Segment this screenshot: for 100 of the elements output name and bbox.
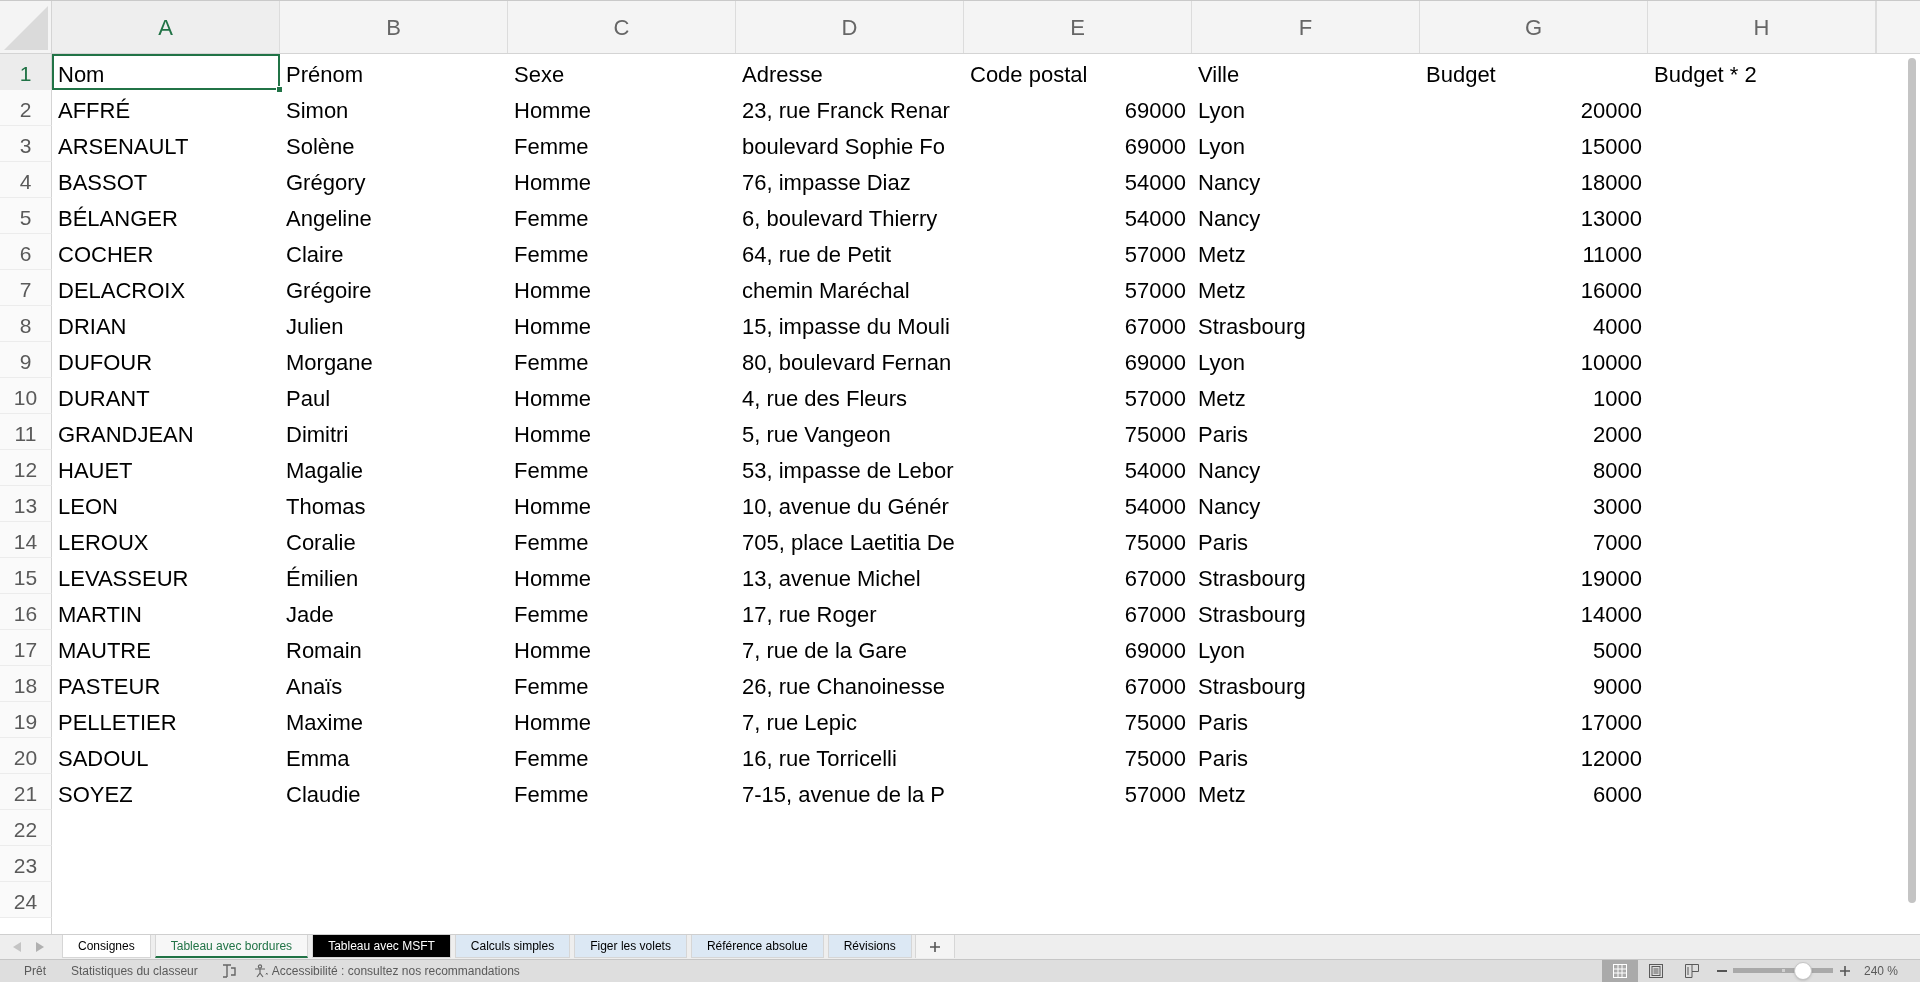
table-cell-text: 17, rue Roger [741, 600, 878, 629]
row-header[interactable]: 6 [0, 234, 52, 270]
plus-icon[interactable] [1839, 966, 1850, 976]
row-header[interactable]: 16 [0, 594, 52, 630]
table-cell-text: Maxime [285, 708, 364, 737]
row-header[interactable]: 20 [0, 738, 52, 774]
view-button[interactable] [1601, 960, 1638, 982]
row-header[interactable]: 21 [0, 774, 52, 810]
row-header[interactable]: 23 [0, 846, 52, 882]
status-text: Prêt [24, 963, 46, 980]
table-cell-text: PELLETIER [57, 708, 178, 737]
table-cell-text: Femme [513, 600, 590, 629]
table-cell-text: Solène [285, 132, 356, 161]
table-cell-text: DURANT [57, 384, 151, 413]
table-cell-text: 13000 [1579, 204, 1643, 233]
row-header[interactable]: 1 [0, 54, 52, 90]
row-header[interactable]: 13 [0, 486, 52, 522]
page-columns-icon [1684, 964, 1699, 978]
minus-icon[interactable] [1716, 970, 1727, 972]
sheet-tab[interactable]: Révisions [827, 935, 912, 958]
table-cell-text: Nancy [1197, 492, 1262, 521]
column-header[interactable]: B [280, 1, 508, 53]
sheet-tab[interactable]: Tableau avec MSFT [312, 935, 451, 958]
sheet-tab[interactable]: Référence absolue [690, 935, 824, 958]
table-cell-text: Metz [1197, 276, 1247, 305]
table-cell-text: Lyon [1197, 96, 1246, 125]
table-cell-text: chemin Maréchal [741, 276, 911, 305]
row-header[interactable]: 24 [0, 882, 52, 918]
zoom-level[interactable]: 240 % [1863, 962, 1898, 980]
table-cell-text: 16000 [1579, 276, 1643, 305]
row-header[interactable]: 8 [0, 306, 52, 342]
column-header[interactable]: D [736, 1, 964, 53]
table-cell-text: Strasbourg [1197, 312, 1307, 341]
triangle-icon [4, 6, 48, 50]
column-header[interactable]: G [1420, 1, 1648, 53]
table-cell-text: 57000 [1123, 276, 1187, 305]
row-header[interactable]: 15 [0, 558, 52, 594]
scrollbar-thumb[interactable] [1908, 58, 1916, 903]
table-cell-text: 53, impasse de Lebor [741, 456, 955, 485]
row-header[interactable]: 11 [0, 414, 52, 450]
row-header[interactable]: 3 [0, 126, 52, 162]
table-cell-text: Budget [1425, 60, 1497, 89]
table-cell-text: Claire [285, 240, 345, 269]
column-header[interactable]: H [1648, 1, 1876, 53]
table-cell-text: 18000 [1579, 168, 1643, 197]
sheet-tab[interactable]: Figer les volets [574, 935, 687, 958]
table-cell-text: Femme [513, 528, 590, 557]
table-cell-text: Emma [285, 744, 351, 773]
column-header[interactable]: A [52, 1, 280, 53]
column-header[interactable]: F [1192, 1, 1420, 53]
slider-thumb[interactable] [1793, 962, 1812, 980]
table-cell-text: Nancy [1197, 204, 1262, 233]
table-cell-text: Femme [513, 744, 590, 773]
row-header[interactable]: 12 [0, 450, 52, 486]
table-cell-text: Lyon [1197, 132, 1246, 161]
row-header[interactable]: 18 [0, 666, 52, 702]
row-header[interactable]: 5 [0, 198, 52, 234]
triangle-right-icon[interactable] [35, 941, 44, 952]
row-header[interactable]: 7 [0, 270, 52, 306]
sheet-tab[interactable]: Calculs simples [454, 935, 571, 958]
fill-handle[interactable] [276, 86, 283, 93]
row-header[interactable]: 2 [0, 90, 52, 126]
accessibility-button[interactable]: Accessibilité : consultez nos recommandations [253, 962, 520, 980]
table-cell-text: Paris [1197, 744, 1250, 773]
table-cell-text: 16, rue Torricelli [741, 744, 898, 773]
table-cell-text: Homme [513, 636, 592, 665]
row-header[interactable]: 14 [0, 522, 52, 558]
table-cell-text: 69000 [1123, 636, 1187, 665]
row-header[interactable]: 4 [0, 162, 52, 198]
table-cell-text: Paris [1197, 708, 1250, 737]
row-header[interactable]: 9 [0, 342, 52, 378]
sheet-tab[interactable]: Consignes [62, 935, 151, 958]
bracket-icon[interactable] [221, 964, 236, 978]
table-cell-text: 67000 [1123, 564, 1187, 593]
table-cell-text: Prénom [285, 60, 365, 89]
table-cell-text: Femme [513, 348, 590, 377]
table-cell-text: Émilien [285, 564, 360, 593]
row-header[interactable]: 19 [0, 702, 52, 738]
table-cell-text: Femme [513, 456, 590, 485]
table-cell-text: 13, avenue Michel [741, 564, 922, 593]
column-header[interactable]: E [964, 1, 1192, 53]
row-header[interactable]: 10 [0, 378, 52, 414]
table-cell-text: 7-15, avenue de la P [741, 780, 947, 809]
table-cell-text: GRANDJEAN [57, 420, 195, 449]
add-sheet-button[interactable] [914, 935, 955, 958]
table-cell-text: 11000 [1581, 240, 1643, 269]
table-cell-text: 17000 [1579, 708, 1643, 737]
table-cell-text: 67000 [1123, 672, 1187, 701]
table-cell-text: Homme [513, 564, 592, 593]
table-cell-text: HAUET [57, 456, 134, 485]
row-header[interactable]: 17 [0, 630, 52, 666]
table-cell-text: 9000 [1592, 672, 1643, 701]
row-header[interactable]: 22 [0, 810, 52, 846]
column-header[interactable]: C [508, 1, 736, 53]
table-cell-text: SADOUL [57, 744, 150, 773]
table-cell: Nom [52, 54, 280, 90]
table-cell-text: MARTIN [57, 600, 143, 629]
page-icon [1648, 964, 1663, 978]
sheet-tab[interactable]: Tableau avec bordures [154, 935, 309, 958]
workbook-statistics-button[interactable]: Statistiques du classeur [71, 962, 198, 980]
